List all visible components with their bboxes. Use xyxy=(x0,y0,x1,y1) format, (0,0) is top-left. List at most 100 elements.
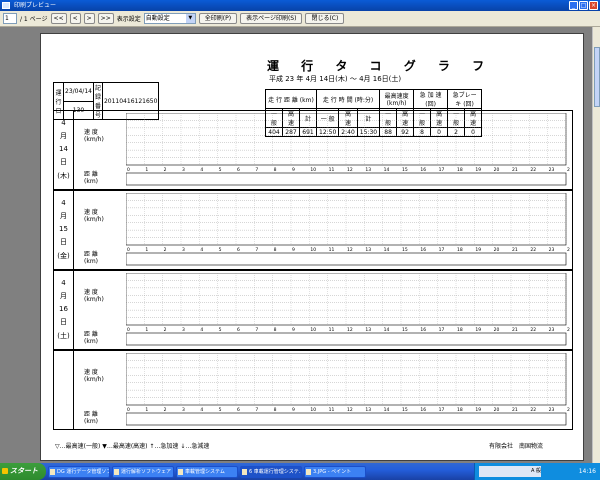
distance-grid-frame xyxy=(126,252,567,266)
hour-tick-label: 19 xyxy=(475,167,481,173)
hour-tick-label: 2 xyxy=(164,247,167,253)
distance-unit: (km) xyxy=(84,418,99,425)
hour-tick-label: 11 xyxy=(329,327,335,333)
day-day-unit: 日 xyxy=(60,158,67,166)
hour-tick-label: 0 xyxy=(127,167,130,173)
maximize-button[interactable]: □ xyxy=(579,1,588,10)
prev-page-button[interactable]: < xyxy=(69,13,81,24)
hour-tick-label: 12 xyxy=(347,247,353,253)
hour-tick-label: 3 xyxy=(182,327,185,333)
speed-unit: (km/h) xyxy=(84,136,104,143)
minimize-button[interactable]: _ xyxy=(569,1,578,10)
speed-unit: (km/h) xyxy=(84,376,104,383)
taskbar: スタート DG 運行データ管理ソフト 運行解析ソフトウェア 車載管理システム 6 車載… xyxy=(0,463,600,480)
hour-tick-label: 4 xyxy=(200,327,203,333)
page-number-input[interactable]: 1 xyxy=(3,13,17,24)
distance-label: 距 離 (km) xyxy=(84,331,124,345)
start-label: スタート xyxy=(10,467,38,475)
hour-tick-label: 3 xyxy=(182,247,185,253)
hour-tick-label: 8 xyxy=(274,407,277,413)
hour-tick-label: 20 xyxy=(494,167,500,173)
hour-tick-label: 2 xyxy=(164,327,167,333)
taskbar-item[interactable]: 運行解析ソフトウェア xyxy=(112,465,174,478)
last-page-button[interactable]: >> xyxy=(97,13,114,24)
app-icon xyxy=(178,468,183,475)
hour-tick-label: 5 xyxy=(219,407,222,413)
hour-tick-label: 17 xyxy=(439,167,445,173)
hour-tick-label: 21 xyxy=(512,327,518,333)
hour-tick-label: 22 xyxy=(530,247,536,253)
hour-tick-label: 16 xyxy=(420,327,426,333)
hour-tick-label: 18 xyxy=(457,247,463,253)
hour-tick-label: 22 xyxy=(530,407,536,413)
hour-tick-label: 6 xyxy=(237,407,240,413)
day-month: 4 xyxy=(61,119,66,127)
hour-tick-label: 1 xyxy=(145,407,148,413)
hour-tick-label: 14 xyxy=(384,167,390,173)
close-button[interactable]: 閉じる(C) xyxy=(305,13,345,24)
close-window-button[interactable]: × xyxy=(589,1,598,10)
ime-bar[interactable]: A 般 xyxy=(479,466,541,477)
distance-grid-frame xyxy=(126,172,567,186)
preview-area: 運 行 タ コ グ ラ フ 平成 23 年 4月 14日(木) ～ 4月 16日… xyxy=(0,27,600,463)
day-weekday: (木) xyxy=(57,172,70,180)
scrollbar-thumb[interactable] xyxy=(594,47,600,107)
taskbar-item-label: 6 車載運行管理システ... xyxy=(249,468,302,475)
app-icon xyxy=(242,468,247,475)
hour-tick-label: 11 xyxy=(329,407,335,413)
stats-header-brake: 急ブレーキ (回) xyxy=(447,89,483,109)
hour-tick-label: 17 xyxy=(439,327,445,333)
print-all-button[interactable]: 全印刷(P) xyxy=(198,13,238,24)
hour-tick-label: 7 xyxy=(255,407,258,413)
distance-unit: (km) xyxy=(84,178,99,185)
day-label: 4 月 15 日 (金) xyxy=(54,191,74,269)
hour-tick-label: 13 xyxy=(365,247,371,253)
next-page-button[interactable]: > xyxy=(83,13,95,24)
day-chart-panel: 4 月 16 日 (土) 速 度 (km/h) 距 離 (km) 0 1 2 3 4 5 6 7 8 9 10 11 12… xyxy=(53,270,573,350)
hour-tick-label: 12 xyxy=(347,407,353,413)
distance-label-text: 距 離 xyxy=(84,251,98,258)
taskbar-item-label: 車載管理システム xyxy=(185,468,225,475)
start-button[interactable]: スタート xyxy=(0,463,46,480)
taskbar-item[interactable]: 6 車載運行管理システ... xyxy=(240,465,302,478)
hour-tick-label: 16 xyxy=(420,167,426,173)
company-name: 有限会社 南国物流 xyxy=(489,443,544,450)
windows-logo-icon xyxy=(2,468,8,474)
vertical-scrollbar[interactable] xyxy=(592,27,600,463)
first-page-button[interactable]: << xyxy=(50,13,67,24)
hour-tick-label: 2 xyxy=(164,407,167,413)
distance-unit: (km) xyxy=(84,258,99,265)
hour-tick-label: 23 xyxy=(549,167,555,173)
hour-tick-label: 24 xyxy=(567,167,570,173)
hour-tick-label: 14 xyxy=(384,407,390,413)
hour-tick-label: 6 xyxy=(237,167,240,173)
display-setting-select[interactable]: 自動設定 ▼ xyxy=(143,13,196,24)
hour-tick-label: 14 xyxy=(384,327,390,333)
hour-tick-label: 18 xyxy=(457,167,463,173)
day-day-unit: 日 xyxy=(60,238,67,246)
speed-label-text: 速 度 xyxy=(84,369,98,376)
print-page-button[interactable]: 表示ページ印刷(S) xyxy=(240,13,303,24)
speed-label-text: 速 度 xyxy=(84,129,98,136)
hour-tick-label: 21 xyxy=(512,407,518,413)
hour-tick-label: 17 xyxy=(439,407,445,413)
hour-tick-label: 23 xyxy=(549,327,555,333)
hour-tick-label: 6 xyxy=(237,247,240,253)
hour-tick-label: 17 xyxy=(439,247,445,253)
distance-label: 距 離 (km) xyxy=(84,171,124,185)
hour-tick-label: 15 xyxy=(402,247,408,253)
hour-tick-label: 15 xyxy=(402,407,408,413)
taskbar-item[interactable]: 車載管理システム xyxy=(176,465,238,478)
hour-tick-label: 13 xyxy=(365,167,371,173)
taskbar-item[interactable]: DG 運行データ管理ソフト xyxy=(48,465,110,478)
distance-label: 距 離 (km) xyxy=(84,251,124,265)
toolbar: 1 / 1 ページ << < > >> 表示設定 自動設定 ▼ 全印刷(P) 表… xyxy=(0,11,600,27)
speed-label-text: 速 度 xyxy=(84,209,98,216)
document-title: 運 行 タ コ グ ラ フ xyxy=(267,59,494,73)
hour-tick-label: 1 xyxy=(145,247,148,253)
clock: 14:16 xyxy=(578,468,596,475)
hour-tick-label: 1 xyxy=(145,167,148,173)
hour-tick-label: 10 xyxy=(310,247,316,253)
hour-tick-label: 22 xyxy=(530,327,536,333)
taskbar-item[interactable]: 3.JPG - ペイント xyxy=(304,465,366,478)
